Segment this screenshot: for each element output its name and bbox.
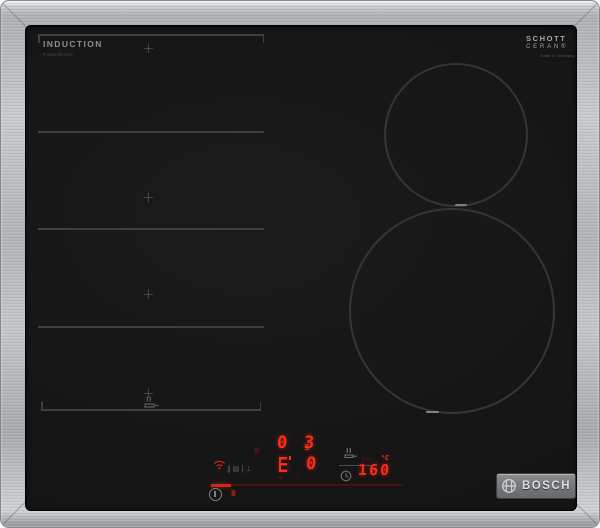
bosch-logo-text: BOSCH bbox=[522, 480, 571, 492]
flex-zone-top-line bbox=[38, 34, 264, 36]
timer-clock-icon[interactable] bbox=[340, 470, 352, 482]
aux-function-icons[interactable]: ‖▤|⊥ bbox=[227, 465, 254, 473]
display-zone-top-right: 35 bbox=[303, 435, 309, 452]
flex-level-marks-dim: ≡ bbox=[254, 447, 260, 456]
cooktop-frame: INDUCTION PowerBoost SCHOTT CERAN® Made … bbox=[0, 0, 600, 528]
schott-ceran-print: SCHOTT CERAN® Made in Germany bbox=[526, 34, 575, 58]
plus-mark: + bbox=[142, 287, 155, 302]
flex-segment-indicator bbox=[279, 457, 287, 472]
hood-icon[interactable]: ⊥ bbox=[245, 465, 253, 473]
zone-position-tick bbox=[426, 411, 439, 413]
induction-print: INDUCTION PowerBoost bbox=[43, 39, 103, 57]
power-button[interactable] bbox=[209, 488, 222, 501]
wifi-icon[interactable] bbox=[213, 459, 226, 470]
ceramic-glass-surface: INDUCTION PowerBoost SCHOTT CERAN® Made … bbox=[25, 25, 577, 511]
flex-pan-icon bbox=[143, 395, 160, 408]
induction-sublabel: PowerBoost bbox=[43, 52, 103, 57]
power-icon bbox=[214, 491, 216, 497]
frying-sensor-icon[interactable] bbox=[343, 446, 358, 459]
display-zone-top-left: 0 bbox=[276, 435, 287, 452]
cooking-zone-bottom-right bbox=[349, 208, 555, 414]
schott-brand-line2: CERAN® bbox=[526, 44, 575, 50]
cooking-zone-top-right bbox=[384, 63, 528, 207]
bosch-badge: BOSCH bbox=[497, 474, 575, 498]
frame-mitre-seam bbox=[574, 1, 600, 27]
flex-zone-divider-line bbox=[38, 326, 264, 328]
frame-mitre-seam bbox=[574, 501, 600, 527]
plus-mark: + bbox=[142, 41, 155, 56]
flex-zone-bottom-line bbox=[41, 409, 261, 411]
induction-label: INDUCTION bbox=[43, 39, 103, 49]
plus-mark: + bbox=[142, 190, 155, 205]
schott-brand-sub: Made in Germany bbox=[540, 54, 575, 58]
flex-zone-divider-line bbox=[38, 131, 264, 133]
flex-zone-divider-line bbox=[38, 228, 264, 230]
star-icon: ☆ bbox=[294, 473, 301, 481]
flex-indicator-sub-marks: = bbox=[278, 476, 283, 480]
level-decimal: 5 bbox=[304, 443, 309, 452]
power-level-key[interactable]: 9 bbox=[231, 489, 236, 498]
display-zone-bottom-right: 0 bbox=[305, 456, 316, 473]
slider-active-segment bbox=[211, 484, 231, 487]
display-temperature: 160 bbox=[357, 463, 391, 478]
slider-track-line[interactable] bbox=[231, 484, 403, 486]
schott-brand-line1: SCHOTT bbox=[526, 34, 575, 43]
bosch-emblem-icon bbox=[501, 478, 517, 494]
display-icon[interactable]: ▤ bbox=[233, 465, 242, 473]
frame-mitre-seam bbox=[0, 1, 26, 27]
zone-position-tick bbox=[455, 204, 467, 206]
frame-mitre-seam bbox=[0, 501, 26, 527]
